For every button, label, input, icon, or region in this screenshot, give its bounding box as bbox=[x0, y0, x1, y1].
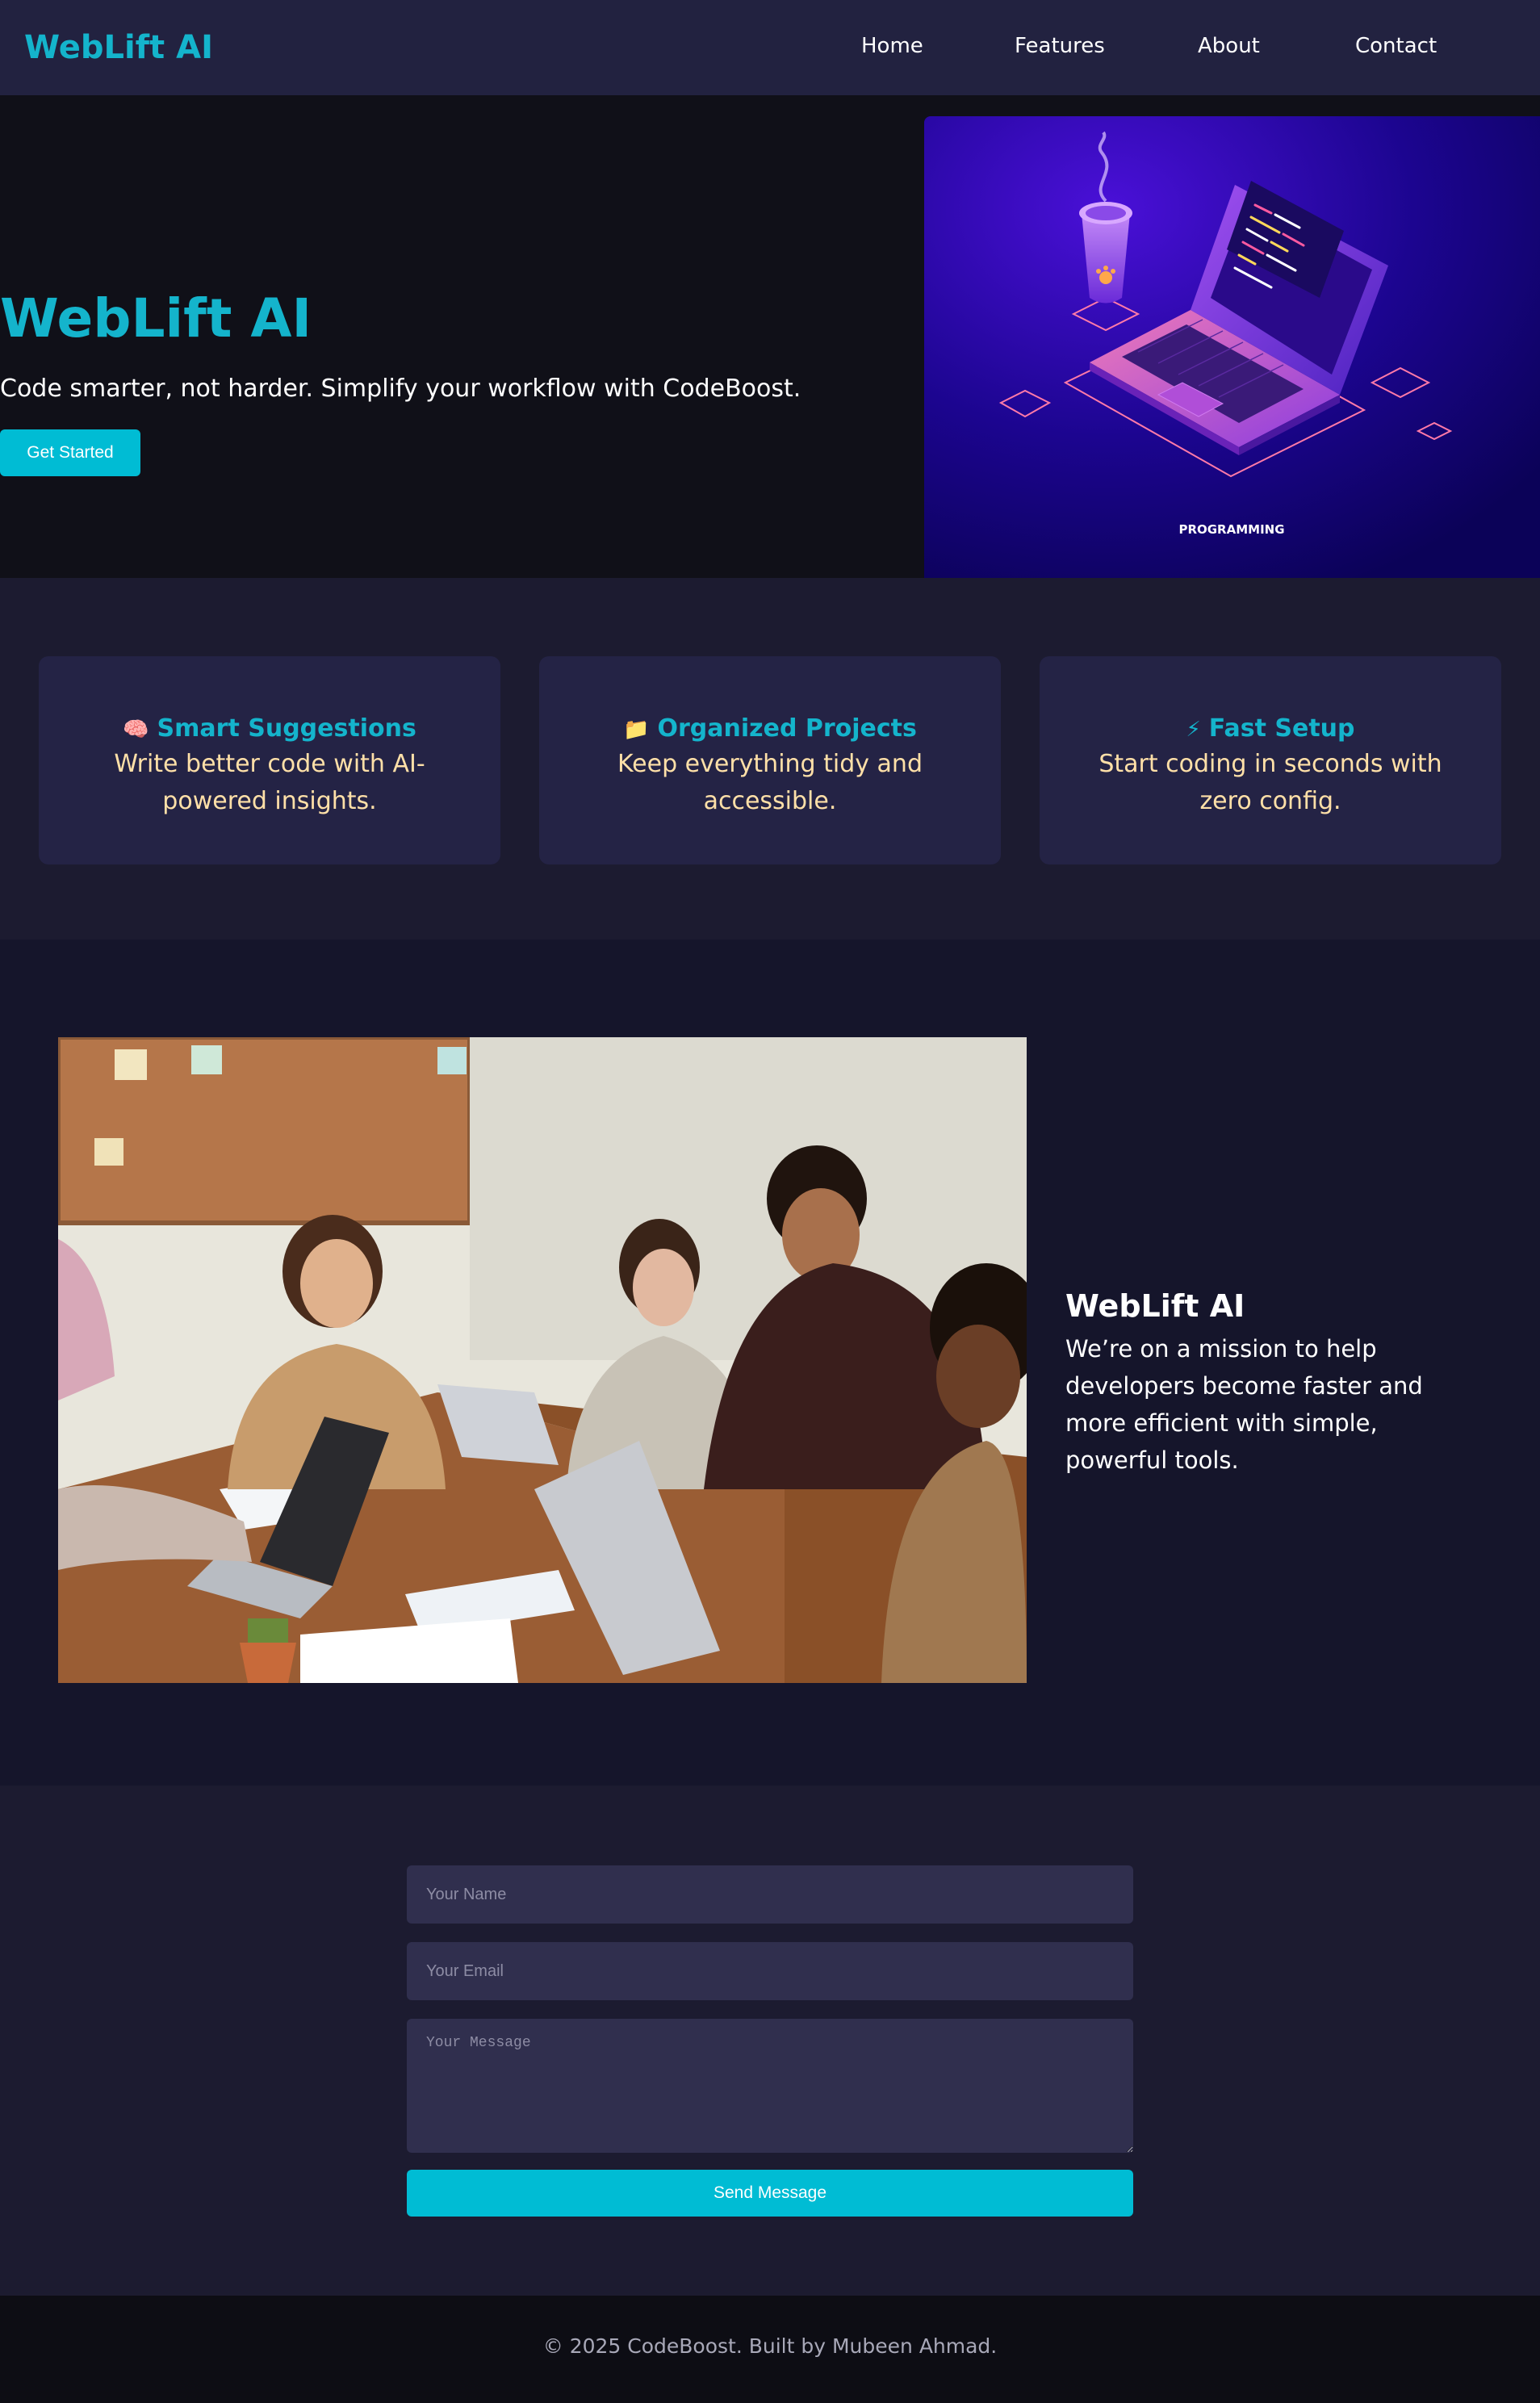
feature-card-organized-projects: 📁 Organized Projects Keep everything tidy… bbox=[539, 656, 1001, 864]
feature-description: Write better code with AI-powered insigh… bbox=[114, 750, 425, 815]
hero-section: WebLift AI Code smarter, not harder. Sim… bbox=[0, 95, 1540, 578]
hero-title: WebLift AI bbox=[0, 287, 312, 350]
features-section: 🧠 Smart Suggestions Write better code wit… bbox=[0, 578, 1540, 940]
footer-copyright: © 2025 CodeBoost. Built by Mubeen Ahmad. bbox=[542, 2334, 998, 2358]
message-textarea[interactable] bbox=[407, 2019, 1133, 2153]
feature-title-text: Organized Projects bbox=[657, 714, 917, 743]
hero-illustration: PROGRAMMING bbox=[924, 116, 1540, 578]
nav-link-home[interactable]: Home bbox=[861, 34, 923, 58]
feature-description: Start coding in seconds with zero config… bbox=[1099, 750, 1442, 815]
about-description: We’re on a mission to help developers be… bbox=[1065, 1335, 1423, 1474]
team-meeting-photo bbox=[58, 1037, 1027, 1683]
footer: © 2025 CodeBoost. Built by Mubeen Ahmad. bbox=[0, 2296, 1540, 2403]
feature-card-fast-setup: ⚡ Fast Setup Start coding in seconds with… bbox=[1040, 656, 1501, 864]
navbar: WebLift AI Home Features About Contact bbox=[0, 0, 1540, 95]
nav-link-features[interactable]: Features bbox=[1015, 34, 1105, 58]
about-section: WebLift AI We’re on a mission to help de… bbox=[0, 940, 1540, 1786]
feature-title: 📁 Organized Projects bbox=[539, 713, 1001, 746]
send-message-button[interactable]: Send Message bbox=[407, 2170, 1133, 2217]
feature-title: ⚡ Fast Setup bbox=[1040, 713, 1501, 746]
name-input[interactable] bbox=[407, 1865, 1133, 1924]
illustration-caption: PROGRAMMING bbox=[1178, 522, 1284, 537]
nav-link-contact[interactable]: Contact bbox=[1355, 34, 1437, 58]
contact-section: Send Message bbox=[0, 1786, 1540, 2296]
hero-subtitle: Code smarter, not harder. Simplify your … bbox=[0, 375, 801, 403]
feature-card-smart-suggestions: 🧠 Smart Suggestions Write better code wit… bbox=[39, 656, 500, 864]
folder-icon: 📁 bbox=[623, 718, 650, 742]
about-title: WebLift AI bbox=[1065, 1288, 1245, 1324]
laptop-illustration: PROGRAMMING bbox=[924, 116, 1540, 578]
feature-title-text: Fast Setup bbox=[1208, 714, 1355, 743]
get-started-button[interactable]: Get Started bbox=[0, 429, 140, 476]
feature-description: Keep everything tidy and accessible. bbox=[617, 750, 923, 815]
feature-title: 🧠 Smart Suggestions bbox=[39, 713, 500, 746]
email-input[interactable] bbox=[407, 1942, 1133, 2000]
feature-title-text: Smart Suggestions bbox=[157, 714, 416, 743]
brain-icon: 🧠 bbox=[123, 718, 149, 742]
site-logo[interactable]: WebLift AI bbox=[24, 29, 213, 66]
lightning-icon: ⚡ bbox=[1186, 718, 1201, 742]
nav-link-about[interactable]: About bbox=[1198, 34, 1260, 58]
